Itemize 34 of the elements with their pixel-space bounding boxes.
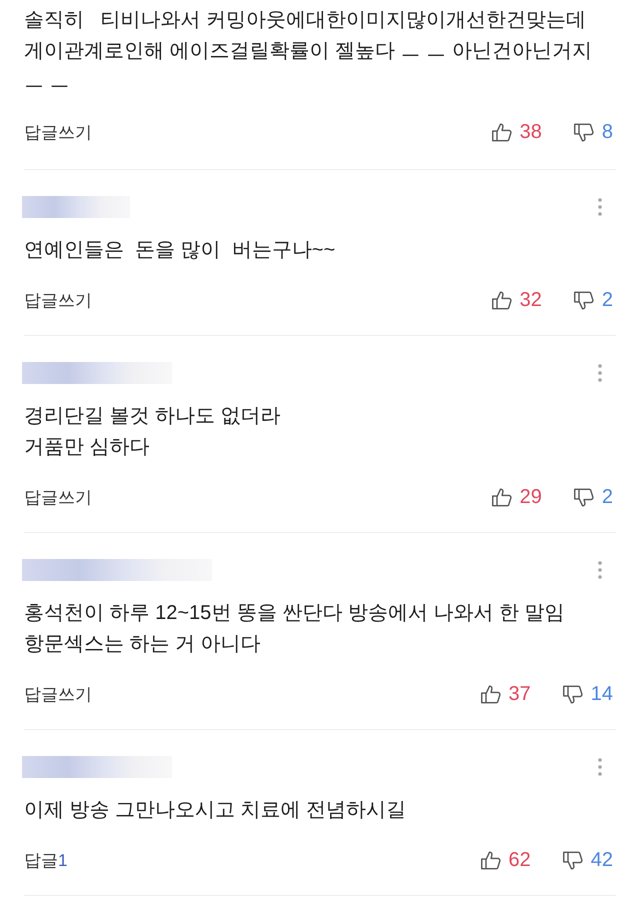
more-options-icon[interactable] [598, 561, 602, 579]
thumbs-down-icon [574, 488, 594, 506]
dislike-button[interactable]: 2 [574, 288, 613, 312]
thumbs-up-icon [480, 684, 500, 704]
thumbs-up-icon [492, 488, 512, 506]
comment-text: 연예인들은 돈을 많이 버는구나~~ [24, 238, 336, 263]
more-options-icon[interactable] [598, 364, 602, 382]
thumbs-down-icon [562, 850, 583, 870]
reply-button[interactable]: 답글1 [24, 848, 68, 872]
like-button[interactable]: 37 [480, 682, 531, 706]
comment-text: 경리단길 볼것 하나도 없더라 거품만 심하다 [24, 404, 282, 460]
like-button[interactable]: 38 [492, 120, 542, 144]
thumbs-down-icon [574, 290, 594, 310]
like-button[interactable]: 32 [492, 288, 542, 312]
thumbs-up-icon [492, 122, 512, 142]
comment-text: 솔직히 티비나와서 커밍아웃에대한이미지많이개선한건맞는데 게이관계로인해 에이즈걸릴확률이 젤높다 ㅡ ㅡ 아닌건아닌거지 ㅡ ㅡ [24, 8, 593, 95]
thumbs-down-icon [574, 122, 594, 142]
dislike-button[interactable]: 42 [562, 848, 613, 872]
like-button[interactable]: 62 [480, 848, 531, 872]
like-button[interactable]: 29 [492, 486, 542, 508]
thumbs-up-icon [480, 850, 500, 870]
reply-button[interactable]: 답글쓰기 [24, 682, 92, 706]
reply-button[interactable]: 답글쓰기 [24, 288, 92, 312]
more-options-icon[interactable] [598, 198, 602, 216]
dislike-button[interactable]: 14 [562, 682, 613, 706]
reply-button[interactable]: 답글쓰기 [24, 486, 92, 508]
dislike-button[interactable]: 2 [574, 486, 613, 508]
dislike-button[interactable]: 8 [574, 120, 613, 144]
more-options-icon[interactable] [598, 758, 602, 776]
reply-button[interactable]: 답글쓰기 [24, 120, 92, 144]
comment-text: 이제 방송 그만나오시고 치료에 전념하시길 [24, 798, 408, 823]
comment-text: 홍석천이 하루 12~15번 똥을 싼단다 방송에서 나와서 한 말임 항문섹스는 하는 거 아니다 [24, 601, 566, 657]
thumbs-up-icon [492, 290, 512, 310]
thumbs-down-icon [562, 684, 583, 704]
